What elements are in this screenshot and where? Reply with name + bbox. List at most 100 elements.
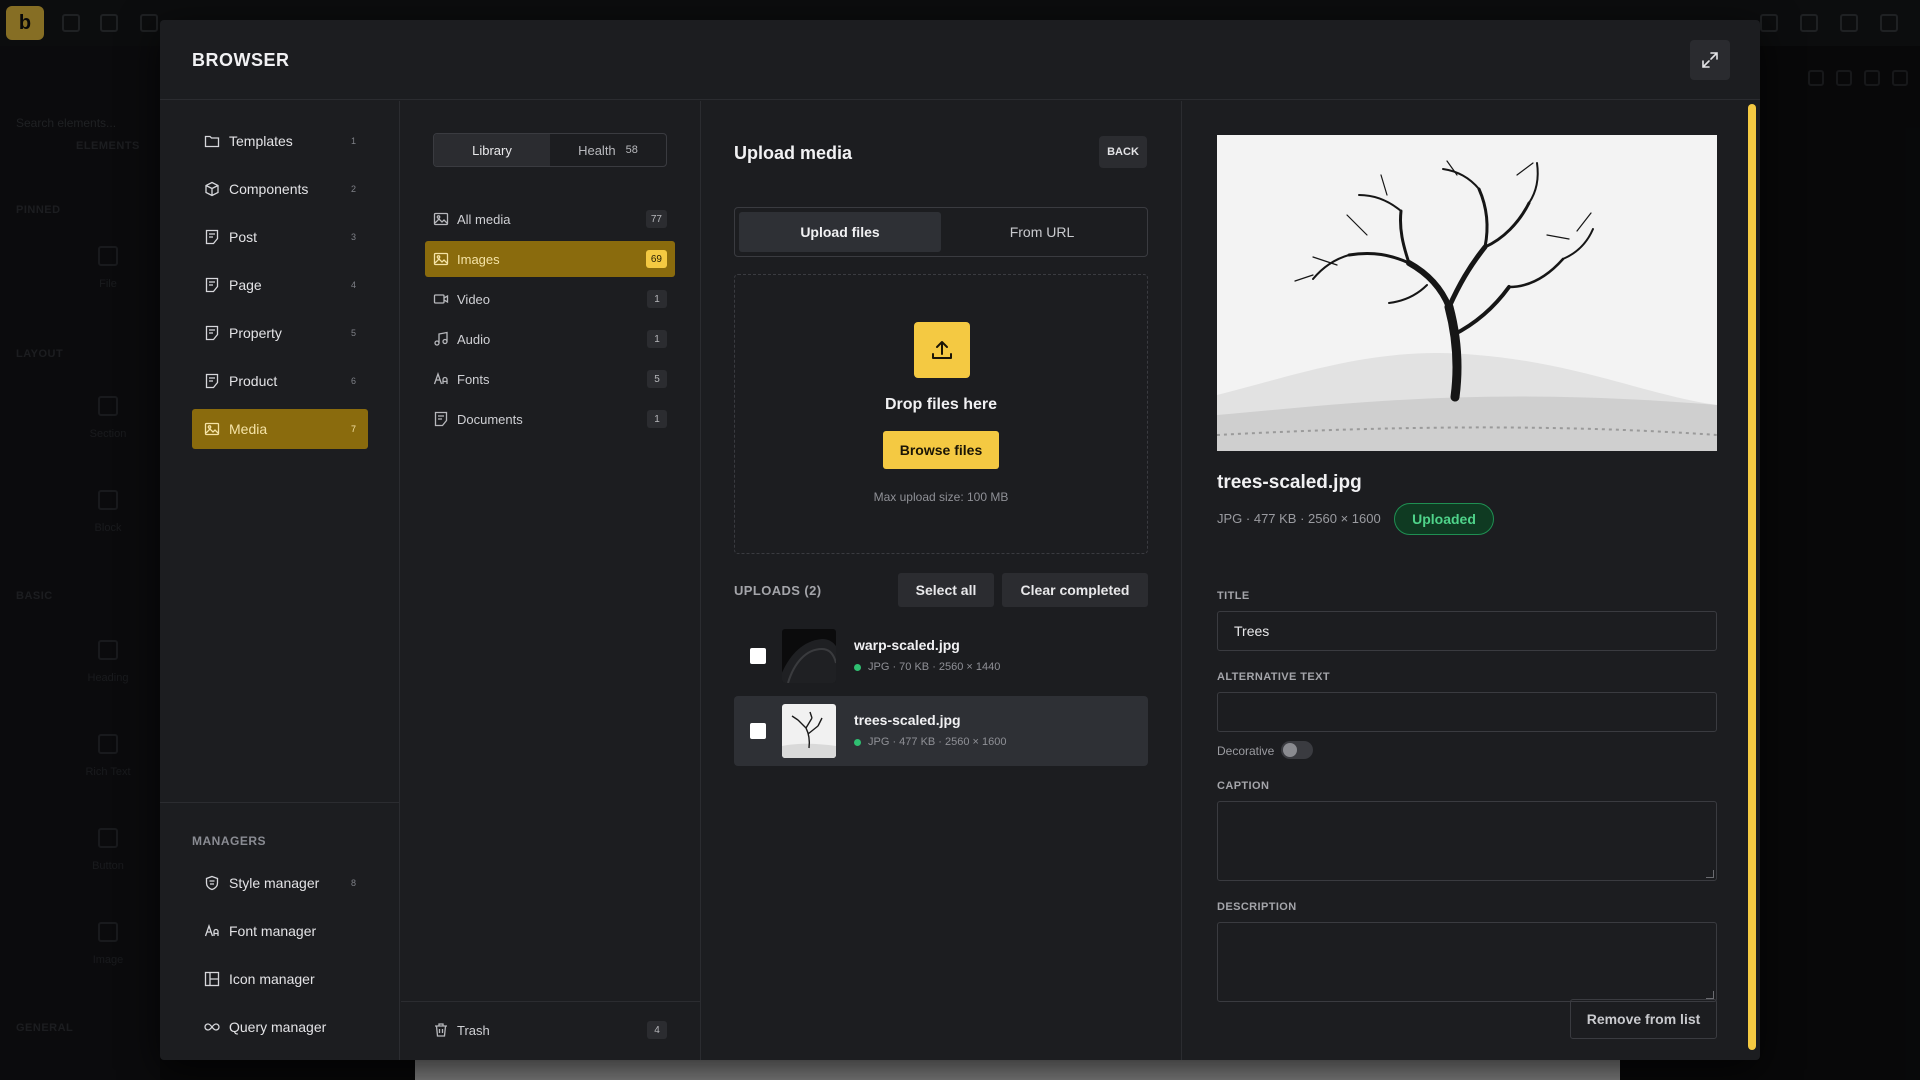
scrollbar[interactable] (1748, 104, 1756, 1050)
title-field[interactable]: Trees (1217, 611, 1717, 651)
status-dot (854, 663, 861, 671)
nav-item-components[interactable]: Components 2 (192, 169, 368, 209)
nav-item-label: Templates (229, 133, 293, 149)
nav-item-count: 2 (350, 184, 356, 194)
file-checkbox[interactable] (750, 648, 766, 664)
music-icon (434, 331, 448, 346)
category-count: 5 (647, 370, 667, 388)
nav-item-count: 5 (350, 328, 356, 338)
modal-header: BROWSER (160, 20, 1760, 100)
category-label: Audio (457, 331, 491, 347)
alt-text-field[interactable] (1217, 692, 1717, 732)
category-label: All media (457, 211, 511, 227)
nav-item-style-manager[interactable]: Style manager 8 (192, 863, 368, 903)
resize-handle[interactable] (1706, 870, 1714, 878)
nav-item-label: Product (229, 373, 278, 389)
upload-file-row[interactable]: warp-scaled.jpg JPG · 70 KB · 2560 × 144… (734, 621, 1148, 691)
font-icon (433, 372, 448, 385)
expand-button[interactable] (1690, 40, 1730, 80)
nav-item-media[interactable]: Media 7 (192, 409, 368, 449)
folder-icon (204, 135, 220, 148)
image-icon (433, 212, 449, 226)
drop-zone[interactable]: Drop files here Browse files Max upload … (734, 274, 1148, 554)
category-count: 77 (645, 210, 667, 228)
category-fonts[interactable]: Fonts 5 (425, 361, 675, 397)
from-url-tab[interactable]: From URL (941, 212, 1143, 252)
nav-item-icon-manager[interactable]: Icon manager (192, 959, 368, 999)
category-count: 1 (647, 290, 667, 308)
nav-item-count: 7 (350, 424, 356, 434)
nav-item-property[interactable]: Property 5 (192, 313, 368, 353)
nav-item-font-manager[interactable]: Font manager (192, 911, 368, 951)
trash-icon (435, 1023, 447, 1037)
document-icon (205, 229, 219, 245)
nav-item-label: Media (229, 421, 268, 437)
category-label: Documents (457, 411, 523, 427)
infinity-icon (204, 1023, 220, 1031)
category-count: 4 (647, 1021, 667, 1039)
tab-health[interactable]: Health 58 (550, 134, 666, 166)
file-name: warp-scaled.jpg (854, 637, 960, 653)
health-count: 58 (625, 144, 638, 156)
image-preview (1217, 135, 1717, 451)
nav-item-product[interactable]: Product 6 (192, 361, 368, 401)
browse-files-button[interactable]: Browse files (883, 431, 999, 469)
category-documents[interactable]: Documents 1 (425, 401, 675, 437)
nav-item-post[interactable]: Post 3 (192, 217, 368, 257)
modal-title: BROWSER (192, 50, 290, 70)
grid-icon (204, 971, 220, 987)
upload-panel: Upload media BACK Upload files From URL … (702, 101, 1182, 1060)
document-icon (205, 373, 219, 389)
nav-item-count: 1 (350, 136, 356, 146)
scrollbar-thumb[interactable] (1748, 104, 1756, 1050)
upload-files-tab[interactable]: Upload files (739, 212, 941, 252)
media-library-panel: Library Health 58 All media 77 Images 69 … (401, 101, 701, 1060)
nav-item-templates[interactable]: Templates 1 (192, 121, 368, 161)
caption-field[interactable] (1217, 801, 1717, 881)
select-all-button[interactable]: Select all (898, 573, 994, 607)
tab-library[interactable]: Library (434, 134, 550, 166)
file-thumbnail (782, 704, 836, 758)
file-meta: JPG · 477 KB · 2560 × 1600 (854, 736, 1007, 748)
media-browser-modal: BROWSER Templates 1 Components 2 Post 3 … (160, 20, 1760, 1060)
nav-item-label: Font manager (229, 923, 317, 939)
file-checkbox[interactable] (750, 723, 766, 739)
category-audio[interactable]: Audio 1 (425, 321, 675, 357)
nav-item-query-manager[interactable]: Query manager (192, 1007, 368, 1047)
image-icon (204, 422, 220, 436)
image-icon (433, 252, 449, 266)
category-count: 69 (645, 250, 667, 268)
category-images[interactable]: Images 69 (425, 241, 675, 277)
max-upload-size-text: Max upload size: 100 MB (873, 490, 1009, 504)
nav-item-label: Icon manager (229, 971, 315, 987)
resize-handle[interactable] (1706, 991, 1714, 999)
nav-item-page[interactable]: Page 4 (192, 265, 368, 305)
category-label: Images (457, 251, 500, 267)
back-button[interactable]: BACK (1099, 136, 1147, 168)
category-trash[interactable]: Trash 4 (425, 1012, 675, 1048)
upload-mode-switch: Upload files From URL (734, 207, 1148, 257)
clear-completed-button[interactable]: Clear completed (1002, 573, 1148, 607)
upload-title: Upload media (734, 143, 853, 163)
toggle-knob (1283, 743, 1297, 757)
document-icon (434, 411, 448, 427)
caption-label: CAPTION (1217, 780, 1270, 792)
video-icon (433, 294, 449, 304)
nav-item-count: 8 (350, 878, 356, 888)
remove-from-list-button[interactable]: Remove from list (1570, 999, 1717, 1039)
divider (401, 1001, 701, 1002)
nav-item-count: 6 (350, 376, 356, 386)
drop-files-text: Drop files here (884, 396, 998, 413)
decorative-toggle[interactable] (1281, 741, 1313, 759)
document-icon (205, 277, 219, 293)
preview-meta: JPG · 477 KB · 2560 × 1600 (1217, 511, 1381, 526)
category-label: Trash (457, 1022, 490, 1038)
nav-item-label: Post (229, 229, 258, 245)
description-field[interactable] (1217, 922, 1717, 1002)
upload-file-row[interactable]: trees-scaled.jpg JPG · 477 KB · 2560 × 1… (734, 696, 1148, 766)
category-count: 1 (647, 330, 667, 348)
category-all-media[interactable]: All media 77 (425, 201, 675, 237)
category-video[interactable]: Video 1 (425, 281, 675, 317)
nav-item-label: Style manager (229, 875, 320, 891)
status-dot (854, 738, 861, 746)
